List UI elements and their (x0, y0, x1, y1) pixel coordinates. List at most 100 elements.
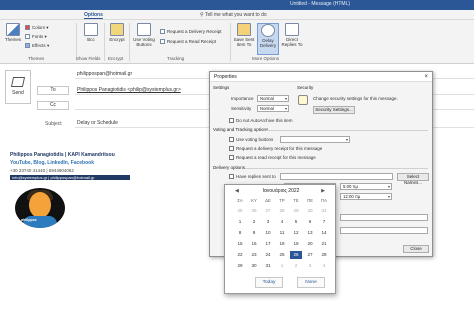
deliver-time-select[interactable]: 5:00 πμ ▾ (340, 183, 392, 190)
checkbox-icon (160, 29, 165, 34)
calendar-day[interactable]: 4 (318, 262, 330, 270)
contacts-field[interactable] (340, 214, 428, 221)
calendar-day[interactable]: 16 (248, 240, 260, 248)
calendar-day[interactable]: 26 (248, 207, 260, 215)
calendar-day[interactable]: 1 (276, 262, 288, 270)
encrypt-group-label: Encrypt (108, 56, 124, 61)
send-button[interactable]: Send (5, 70, 31, 104)
calendar-day[interactable]: 25 (276, 251, 288, 259)
show-fields-group-label: Show Fields (76, 56, 101, 61)
chevron-right-icon[interactable]: ▶ (321, 188, 325, 194)
no-autoarchive-checkbox[interactable]: Do not AutoArchive this item (229, 117, 293, 124)
calendar-day[interactable]: 10 (262, 229, 274, 237)
calendar-day[interactable]: 2 (248, 218, 260, 226)
close-button[interactable]: Close (403, 245, 429, 253)
calendar-day[interactable]: 31 (318, 207, 330, 215)
select-names-button[interactable]: Select Names... (397, 173, 429, 185)
encrypt-button[interactable]: Encrypt (106, 23, 128, 55)
checkbox-icon (160, 39, 165, 44)
calendar-day[interactable]: 1 (234, 218, 246, 226)
replies-to-field[interactable] (280, 173, 393, 180)
calendar-day[interactable]: 19 (290, 240, 302, 248)
tab-options[interactable]: Options (84, 12, 103, 19)
calendar-day[interactable]: 15 (234, 240, 246, 248)
calendar-day[interactable]: 6 (304, 218, 316, 226)
calendar-day[interactable]: 27 (262, 207, 274, 215)
calendar-day[interactable]: 22 (234, 251, 246, 259)
direct-replies-button[interactable]: Direct Replies To (281, 23, 303, 55)
calendar-day[interactable]: 21 (318, 240, 330, 248)
calendar-day[interactable]: 29 (290, 207, 302, 215)
calendar-day[interactable]: 23 (248, 251, 260, 259)
calendar-day[interactable]: 8 (234, 229, 246, 237)
title-bar: Untitled - Message (HTML) (0, 0, 474, 10)
calendar-day[interactable]: 31 (262, 262, 274, 270)
use-voting-label: Use voting buttons (236, 137, 274, 142)
calendar-day[interactable]: 20 (304, 240, 316, 248)
req-read-checkbox-dialog[interactable]: Request a read receipt for this message (229, 154, 316, 161)
req-read-checkbox[interactable]: Request a Read Receipt (160, 39, 216, 46)
calendar-day[interactable]: 27 (304, 251, 316, 259)
calendar-day[interactable]: 28 (318, 251, 330, 259)
use-voting-checkbox[interactable]: Use voting buttons (229, 136, 273, 143)
bcc-icon (84, 23, 98, 36)
checkbox-icon (229, 146, 234, 151)
have-replies-label: Have replies sent to (236, 174, 276, 179)
calendar-day[interactable]: 30 (304, 207, 316, 215)
dialog-title-bar: Properties × (210, 72, 432, 82)
calendar-day[interactable]: 2 (290, 262, 302, 270)
fonts-button[interactable]: Fonts ▾ (25, 34, 47, 41)
calendar-day[interactable]: 25 (234, 207, 246, 215)
importance-select[interactable]: Normal ▾ (257, 95, 289, 102)
bcc-button[interactable]: Bcc (80, 23, 102, 55)
themes-icon (6, 23, 20, 36)
req-delivery-checkbox-dialog[interactable]: Request a delivery receipt for this mess… (229, 145, 322, 152)
voting-options-select[interactable]: ▾ (280, 136, 350, 143)
tell-me-search[interactable]: ⚲ Tell me what you want to do (200, 12, 267, 18)
calendar-day[interactable]: 28 (276, 207, 288, 215)
sensitivity-label: Sensitivity (231, 106, 252, 111)
calendar-day[interactable]: 3 (262, 218, 274, 226)
sensitivity-select[interactable]: Normal ▾ (257, 105, 289, 112)
calendar-day[interactable]: 7 (318, 218, 330, 226)
to-button[interactable]: To (37, 86, 69, 95)
ribbon: Themes Colors ▾ Fonts ▾ Effects ▾ Themes… (0, 20, 474, 64)
use-voting-button[interactable]: Use Voting Buttons (131, 23, 157, 55)
lock-icon (110, 23, 124, 36)
weekday-header: ΤΡ (279, 198, 285, 203)
calendar-day[interactable]: 12 (290, 229, 302, 237)
categories-field[interactable] (340, 227, 428, 234)
calendar-day[interactable]: 18 (276, 240, 288, 248)
calendar-day[interactable]: 13 (304, 229, 316, 237)
calendar-day[interactable]: 24 (262, 251, 274, 259)
weekday-header: ΤΕ (293, 198, 299, 203)
today-button[interactable]: Today (255, 277, 283, 288)
weekday-header: ΚΥ (251, 198, 257, 203)
signature-links[interactable]: YouTube, Blog, LinkedIn, Facebook (10, 160, 130, 166)
expires-time-select[interactable]: 12:00 πμ ▾ (340, 193, 392, 200)
req-delivery-checkbox[interactable]: Request a Delivery Receipt (160, 29, 222, 36)
calendar-day[interactable]: 26 (290, 251, 302, 259)
lock-icon (298, 95, 308, 105)
cc-button[interactable]: Cc (37, 101, 69, 110)
colors-button[interactable]: Colors ▾ (25, 25, 49, 32)
calendar-day[interactable]: 11 (276, 229, 288, 237)
none-button[interactable]: None (297, 277, 325, 288)
save-sent-item-button[interactable]: Save Sent Item To (233, 23, 255, 55)
security-settings-button[interactable]: Security Settings... (313, 106, 355, 114)
calendar-day[interactable]: 30 (248, 262, 260, 270)
calendar-day[interactable]: 14 (318, 229, 330, 237)
calendar-day[interactable]: 29 (234, 262, 246, 270)
calendar-day[interactable]: 9 (248, 229, 260, 237)
close-icon[interactable]: × (424, 72, 428, 82)
effects-button[interactable]: Effects ▾ (25, 43, 49, 50)
calendar-day[interactable]: 3 (304, 262, 316, 270)
calendar-day[interactable]: 5 (290, 218, 302, 226)
calendar-day[interactable]: 17 (262, 240, 274, 248)
ribbon-separator (104, 23, 105, 61)
themes-button[interactable]: Themes (2, 23, 24, 55)
delay-delivery-button[interactable]: Delay Delivery (257, 23, 279, 55)
dialog-title: Properties (214, 74, 237, 80)
calendar-day[interactable]: 4 (276, 218, 288, 226)
have-replies-checkbox[interactable]: Have replies sent to (229, 173, 276, 180)
